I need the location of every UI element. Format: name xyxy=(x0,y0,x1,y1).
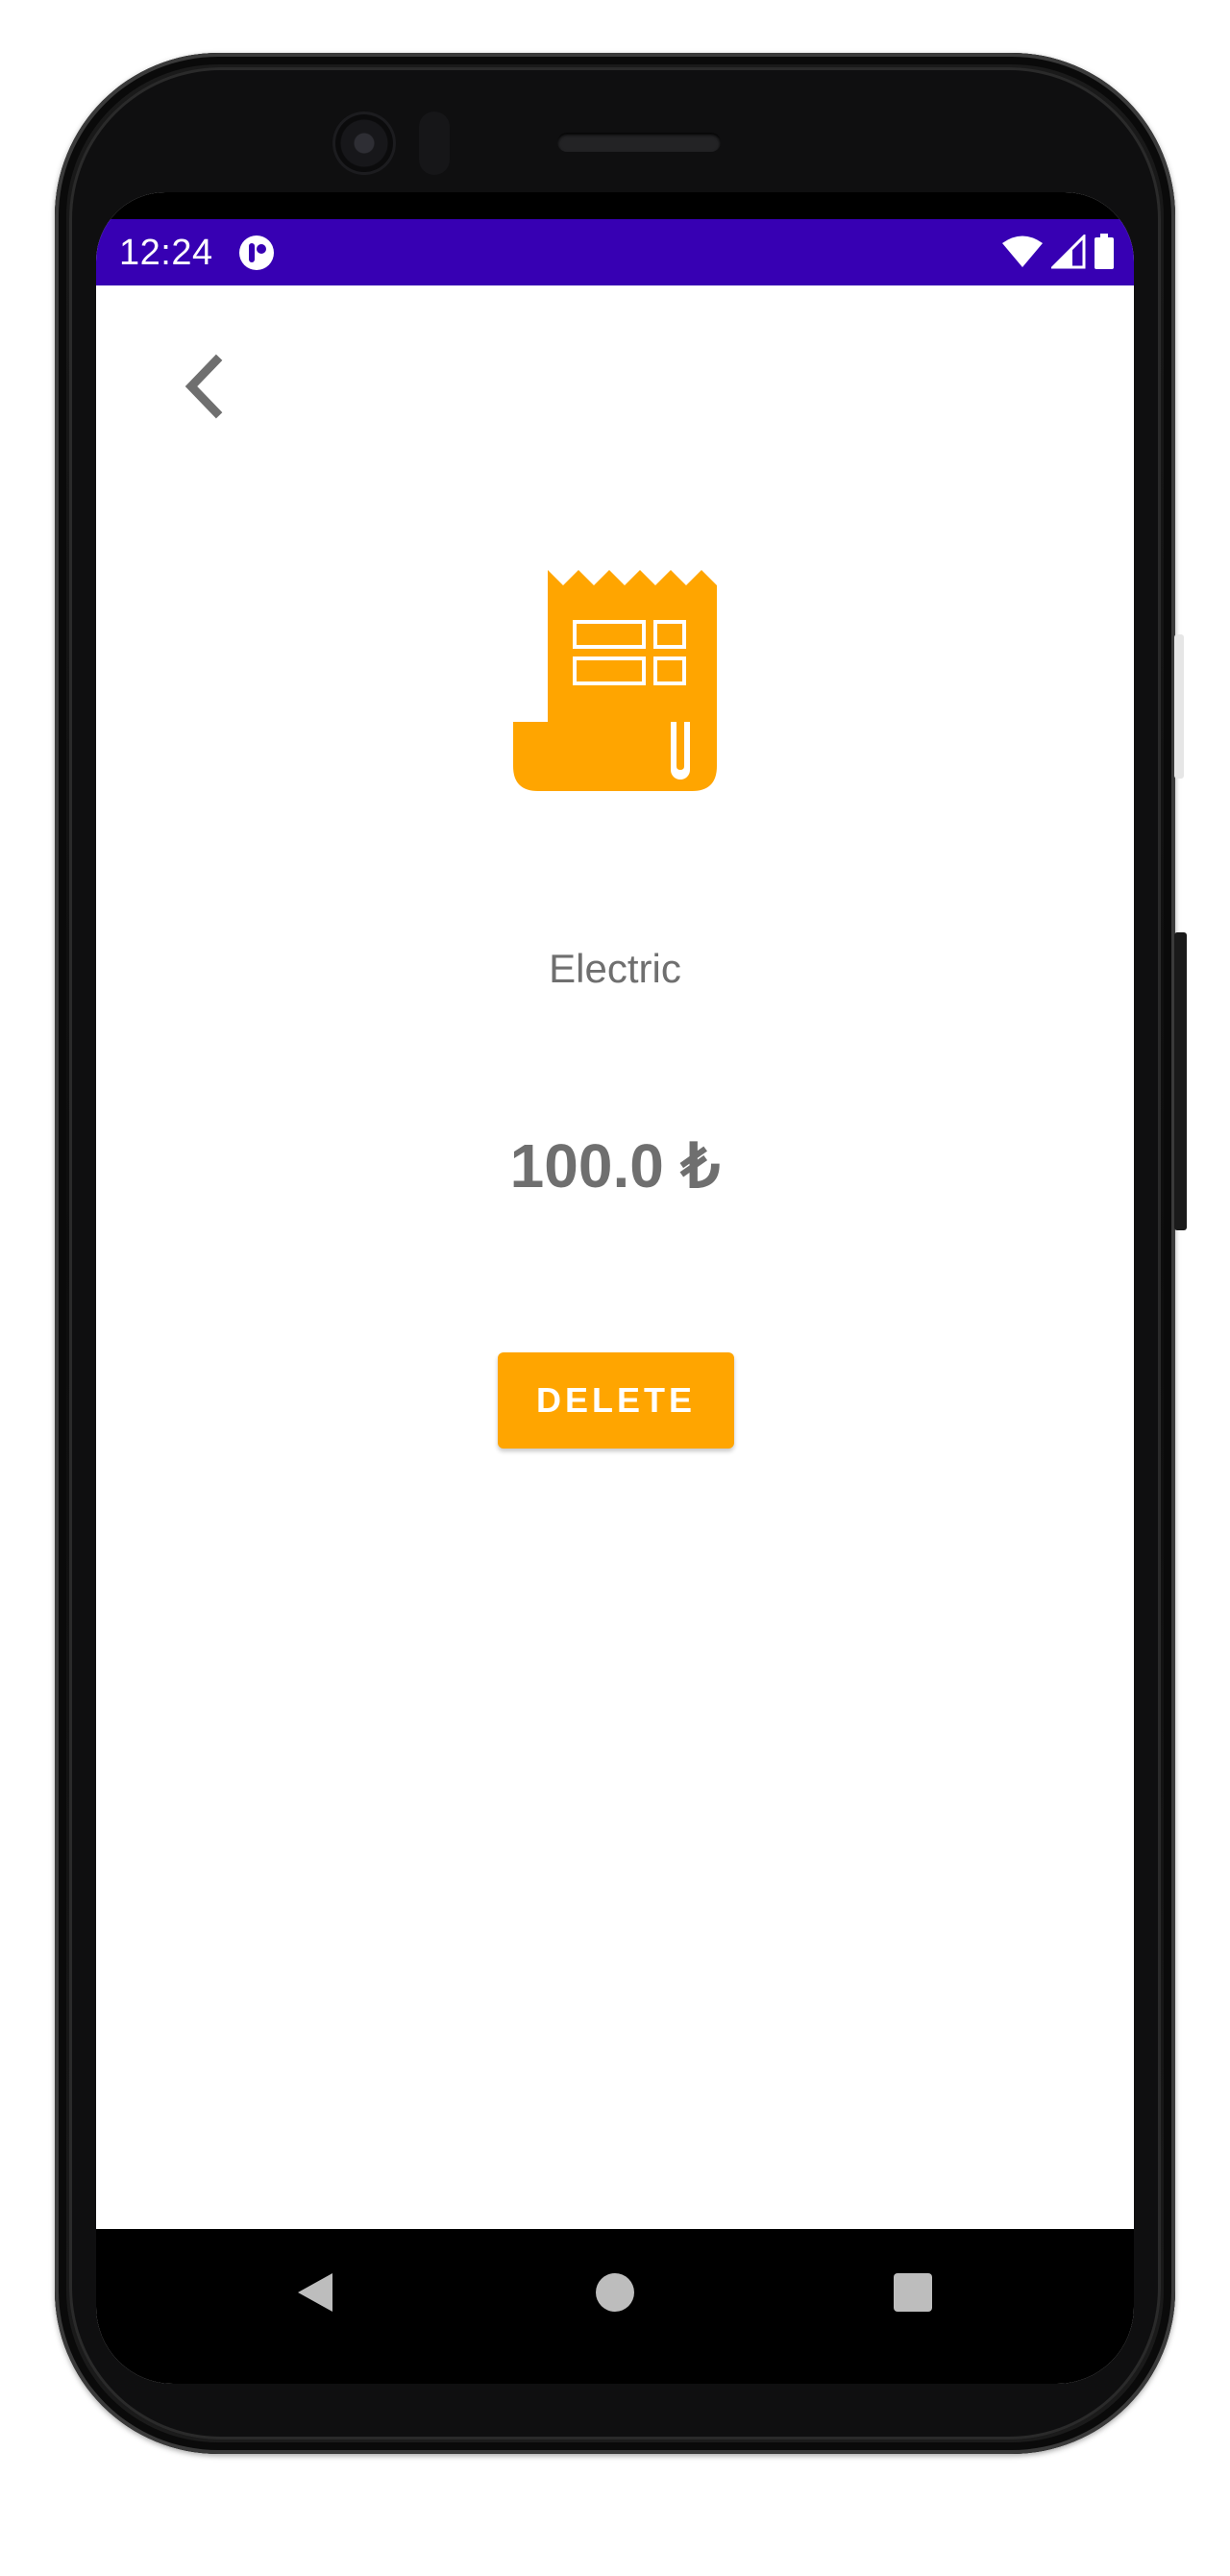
back-button[interactable] xyxy=(163,343,250,430)
status-bar: 12:24 xyxy=(96,219,1134,285)
status-time: 12:24 xyxy=(119,233,213,273)
power-button xyxy=(1174,932,1187,1230)
back-triangle-icon xyxy=(298,2273,332,2312)
wifi-icon xyxy=(1002,235,1043,267)
screen-top-edge xyxy=(96,192,1134,219)
chevron-left-icon xyxy=(184,354,223,419)
app-notification-icon xyxy=(239,235,274,270)
nav-home-button[interactable] xyxy=(584,2262,646,2323)
proximity-sensor xyxy=(419,111,450,175)
system-navigation-bar xyxy=(96,2229,1134,2384)
battery-icon xyxy=(1095,234,1114,269)
expense-category: Electric xyxy=(549,946,681,991)
phone-screen: 12:24 Electric 100.0 ₺ DELETE xyxy=(96,192,1134,2384)
nav-recents-button[interactable] xyxy=(882,2262,944,2323)
front-camera-icon xyxy=(332,111,396,175)
expense-detail-view: Electric 100.0 ₺ DELETE xyxy=(96,285,1134,2229)
device-stage: 12:24 Electric 100.0 ₺ DELETE xyxy=(0,0,1230,2576)
expense-amount: 100.0 ₺ xyxy=(509,1131,721,1201)
nav-back-button[interactable] xyxy=(284,2262,346,2323)
delete-button[interactable]: DELETE xyxy=(498,1352,734,1449)
status-icons xyxy=(1001,233,1115,271)
receipt-icon xyxy=(513,570,717,791)
recents-square-icon xyxy=(894,2273,932,2312)
cellular-signal-icon xyxy=(1051,235,1086,269)
volume-button xyxy=(1174,634,1184,779)
earpiece-speaker xyxy=(557,133,721,152)
home-circle-icon xyxy=(596,2273,634,2312)
